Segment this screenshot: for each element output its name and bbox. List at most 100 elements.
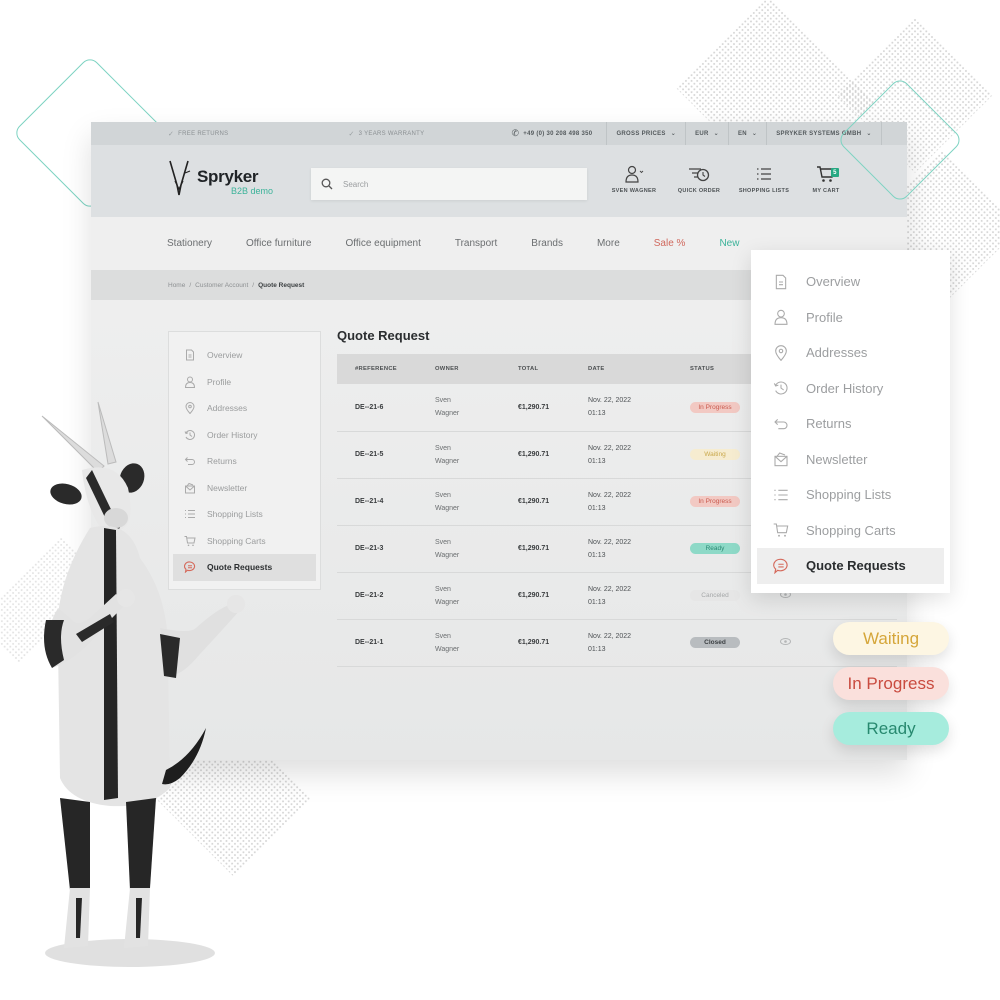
menu-card-item-profile[interactable]: Profile xyxy=(751,300,950,336)
chevron-down-icon: ⌄ xyxy=(713,131,719,137)
site-header: Spryker B2B demo SVEN WAGNER xyxy=(91,145,907,217)
quick-order-button[interactable]: QUICK ORDER xyxy=(665,165,733,194)
language-dropdown[interactable]: EN ⌄ xyxy=(727,122,766,145)
owner-last-name: Wagner xyxy=(435,598,460,606)
owner-first-name: Sven xyxy=(435,444,451,452)
my-cart-label: MY CART xyxy=(812,188,840,194)
user-name-label: SVEN WAGNER xyxy=(611,188,657,194)
menu-card-item-label: Overview xyxy=(806,274,861,290)
quick-order-icon xyxy=(689,168,710,182)
column-header-date[interactable]: DATE xyxy=(570,354,672,384)
menu-card-item-quote-requests[interactable]: Quote Requests xyxy=(757,548,944,584)
menu-card-item-label: Newsletter xyxy=(806,451,868,467)
owner-cell: Sven Wagner xyxy=(417,431,500,479)
check-icon: ✓ xyxy=(168,130,175,138)
nav-item-new[interactable]: New xyxy=(719,238,739,249)
dropdown-label: EUR xyxy=(695,130,709,137)
reference-cell: DE--21-2 xyxy=(337,572,417,620)
menu-card-item-overview[interactable]: Overview xyxy=(751,264,950,300)
menu-card-item-label: Profile xyxy=(806,309,843,325)
column-header-reference[interactable]: #REFERENCE xyxy=(337,354,417,384)
status-cell: Ready xyxy=(672,525,762,573)
total-cell: €1,290.71 xyxy=(500,525,570,573)
owner-first-name: Sven xyxy=(435,632,451,640)
breadcrumb-home[interactable]: Home xyxy=(168,282,185,289)
time-value: 01:13 xyxy=(588,551,606,559)
nav-item-office-furniture[interactable]: Office furniture xyxy=(246,238,311,249)
table-row[interactable]: DE--21-1 Sven Wagner €1,290.71 Nov. 22, 2022… xyxy=(337,619,897,667)
date-value: Nov. 22, 2022 xyxy=(588,632,632,640)
user-icon xyxy=(774,310,788,326)
column-header-status[interactable]: STATUS xyxy=(672,354,762,384)
search-bar[interactable] xyxy=(311,168,587,200)
owner-last-name: Wagner xyxy=(435,410,460,418)
column-header-owner[interactable]: OWNER xyxy=(417,354,500,384)
status-badge: In Progress xyxy=(690,496,740,507)
cart-count-badge: 5 xyxy=(831,168,839,177)
nav-item-transport[interactable]: Transport xyxy=(455,238,497,249)
owner-last-name: Wagner xyxy=(435,457,460,465)
date-cell: Nov. 22, 2022 01:13 xyxy=(570,431,672,479)
price-mode-dropdown[interactable]: GROSS PRICES ⌄ xyxy=(606,122,685,145)
sidebar-item-profile[interactable]: Profile xyxy=(169,369,320,396)
total-cell: €1,290.71 xyxy=(500,572,570,620)
status-cell: Closed xyxy=(672,619,762,667)
status-badge: Canceled xyxy=(690,590,740,601)
menu-card-item-addresses[interactable]: Addresses xyxy=(751,335,950,371)
owner-cell: Sven Wagner xyxy=(417,572,500,620)
shopping-lists-button[interactable]: SHOPPING LISTS xyxy=(735,165,793,194)
chat-bubble-icon xyxy=(773,558,788,574)
reference-cell: DE--21-1 xyxy=(337,619,417,667)
reference-cell: DE--21-4 xyxy=(337,478,417,526)
date-cell: Nov. 22, 2022 01:13 xyxy=(570,525,672,573)
status-badge: In Progress xyxy=(690,401,740,413)
nav-item-more[interactable]: More xyxy=(597,238,620,249)
status-badge: Ready xyxy=(690,543,740,554)
menu-card-item-label: Addresses xyxy=(806,345,868,361)
status-cell: Waiting xyxy=(672,431,762,479)
menu-card-item-shopping-lists[interactable]: Shopping Lists xyxy=(751,477,950,513)
breadcrumb-separator: / xyxy=(189,281,192,289)
nav-item-office-equipment[interactable]: Office equipment xyxy=(345,238,420,249)
owner-last-name: Wagner xyxy=(435,551,460,559)
user-account-button[interactable]: SVEN WAGNER xyxy=(609,165,659,194)
menu-card-item-shopping-carts[interactable]: Shopping Carts xyxy=(751,513,950,549)
owner-cell: Sven Wagner xyxy=(417,384,500,432)
breadcrumb-customer-account[interactable]: Customer Account xyxy=(195,282,248,289)
date-value: Nov. 22, 2022 xyxy=(588,538,632,546)
total-cell: €1,290.71 xyxy=(500,619,570,667)
my-cart-button[interactable]: 5 MY CART xyxy=(803,165,849,194)
search-icon xyxy=(321,178,333,190)
menu-card-item-newsletter[interactable]: Newsletter xyxy=(751,442,950,478)
document-icon xyxy=(186,349,194,361)
free-returns-notice: ✓ FREE RETURNS xyxy=(168,130,228,138)
location-pin-icon xyxy=(775,344,787,361)
phone-icon: ✆ xyxy=(511,128,520,138)
free-returns-label: FREE RETURNS xyxy=(178,130,229,137)
status-pill-waiting: Waiting xyxy=(833,622,949,655)
owner-cell: Sven Wagner xyxy=(417,478,500,526)
nav-item-brands[interactable]: Brands xyxy=(531,238,563,249)
date-value: Nov. 22, 2022 xyxy=(588,491,632,499)
date-cell: Nov. 22, 2022 01:13 xyxy=(570,384,672,432)
nav-item-sale[interactable]: Sale % xyxy=(654,238,686,249)
menu-card-item-label: Order History xyxy=(806,380,884,396)
sidebar-item-overview[interactable]: Overview xyxy=(169,342,320,369)
search-input[interactable] xyxy=(343,179,563,189)
menu-card-item-order-history[interactable]: Order History xyxy=(751,371,950,407)
user-icon xyxy=(184,376,196,388)
view-eye-icon[interactable] xyxy=(780,638,791,645)
brand-subtitle: B2B demo xyxy=(231,186,274,196)
owner-first-name: Sven xyxy=(435,538,451,546)
currency-dropdown[interactable]: EUR ⌄ xyxy=(685,122,728,145)
spryker-logo[interactable]: Spryker B2B demo xyxy=(167,159,273,199)
column-header-total[interactable]: TOTAL xyxy=(500,354,570,384)
phone-link[interactable]: ✆ +49 (0) 30 208 498 350 xyxy=(511,128,592,139)
nav-item-stationery[interactable]: Stationery xyxy=(167,238,212,249)
list-icon xyxy=(757,168,771,180)
date-cell: Nov. 22, 2022 01:13 xyxy=(570,619,672,667)
status-badge: Waiting xyxy=(690,449,740,460)
mail-icon xyxy=(774,452,788,467)
owner-last-name: Wagner xyxy=(435,645,460,653)
menu-card-item-returns[interactable]: Returns xyxy=(751,406,950,442)
